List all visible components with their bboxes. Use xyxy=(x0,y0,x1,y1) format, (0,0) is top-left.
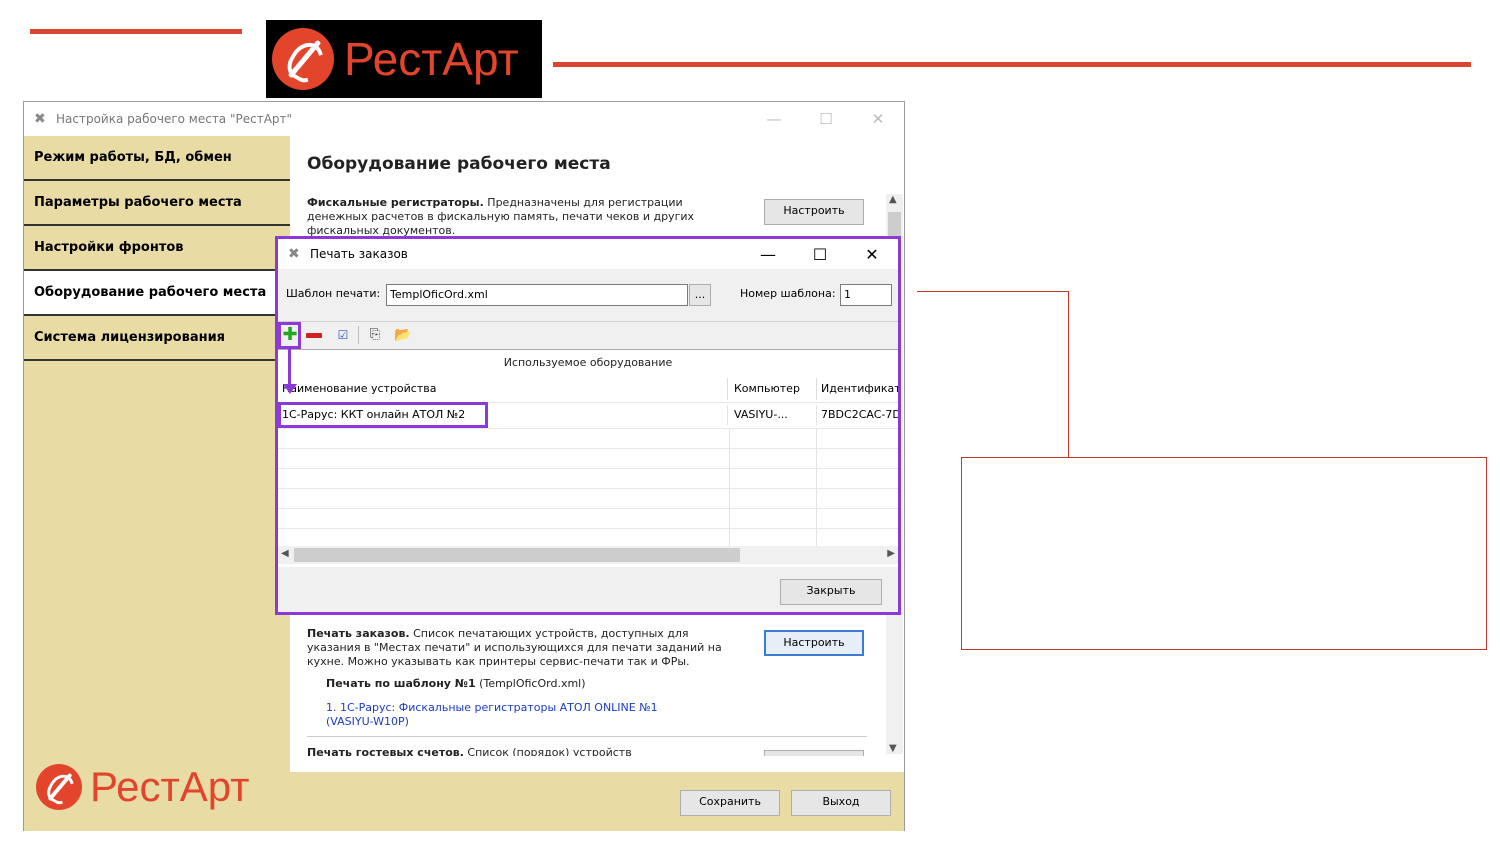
callout-line xyxy=(917,291,1069,292)
print-orders-dialog: ✖ Печать заказов — ☐ ✕ Шаблон печати: Te… xyxy=(275,236,901,615)
device-link[interactable]: 1. 1С-Рарус: Фискальные регистраторы АТО… xyxy=(326,701,686,729)
brand-logo-text: РестАрт xyxy=(344,33,519,85)
tools-icon: ✖ xyxy=(34,111,46,127)
sidebar-item-fronts[interactable]: Настройки фронтов xyxy=(24,226,290,271)
grid-title: Используемое оборудование xyxy=(503,356,673,369)
callout-line xyxy=(1068,291,1069,457)
dialog-close-action-button[interactable]: Закрыть xyxy=(780,579,882,605)
dialog-close-button[interactable]: ✕ xyxy=(846,245,898,264)
fiscal-configure-button[interactable]: Настроить xyxy=(764,199,864,225)
footer-bar: Сохранить Выход xyxy=(290,772,904,831)
template-label: Шаблон печати: xyxy=(286,287,381,300)
save-button[interactable]: Сохранить xyxy=(680,790,780,816)
browse-button[interactable]: ... xyxy=(689,284,711,306)
sidebar: Режим работы, БД, обмен Параметры рабоче… xyxy=(24,136,290,831)
window-controls: — ☐ ✕ xyxy=(748,110,904,128)
tools-icon: ✖ xyxy=(288,246,300,262)
print-orders-heading: Печать заказов. xyxy=(307,627,410,640)
grid-col-divider xyxy=(816,428,817,546)
remove-icon[interactable] xyxy=(306,333,322,338)
sidebar-logo-text: РестАрт xyxy=(90,763,250,810)
maximize-button[interactable]: ☐ xyxy=(800,110,852,128)
grid-row-line xyxy=(278,428,898,429)
print-orders-configure-button[interactable]: Настроить xyxy=(764,630,864,656)
exit-button[interactable]: Выход xyxy=(791,790,891,816)
column-identifier[interactable]: Идентификат xyxy=(817,378,898,400)
scroll-right-icon[interactable]: ▶ xyxy=(887,548,895,559)
template-number-label: Номер шаблона: xyxy=(740,287,836,300)
fiscal-description: Фискальные регистраторы. Предназначены д… xyxy=(307,196,727,238)
grid-row-line xyxy=(278,468,898,469)
dialog-minimize-button[interactable]: — xyxy=(742,245,794,264)
toolbar-separator xyxy=(358,326,359,344)
grid-row-line xyxy=(278,508,898,509)
brand-logo: РестАрт xyxy=(266,20,542,98)
close-button[interactable]: ✕ xyxy=(852,110,904,128)
callout-box xyxy=(961,457,1487,650)
row-computer-cell[interactable]: VASIYU-... xyxy=(730,405,817,425)
guest-bills-text: Список (порядок) устройств xyxy=(463,746,632,756)
window-title: Настройка рабочего места "РестАрт" xyxy=(56,112,293,126)
top-left-red-line xyxy=(30,29,242,34)
dialog-controls: — ☐ ✕ xyxy=(742,245,898,264)
grid-row-line xyxy=(278,528,898,529)
dialog-title: Печать заказов xyxy=(310,247,408,261)
template-file: (TemplOficOrd.xml) xyxy=(475,677,586,690)
edit-icon[interactable]: ☑ xyxy=(334,326,352,344)
column-computer[interactable]: Компьютер xyxy=(730,378,817,400)
fiscal-heading: Фискальные регистраторы. xyxy=(307,196,484,209)
scroll-down-icon[interactable]: ▼ xyxy=(889,743,897,754)
dialog-toolbar: ✚ ☑ ⎘ 📂 xyxy=(278,321,898,349)
sidebar-logo: РестАрт xyxy=(36,763,249,811)
row-id-cell[interactable]: 7BDC2CAC-7D xyxy=(817,405,898,425)
restart-logo-icon xyxy=(36,764,82,810)
restart-logo-icon xyxy=(272,28,334,90)
add-button-highlight xyxy=(278,322,301,349)
copy-icon[interactable]: ⎘ xyxy=(366,326,384,344)
template-number-input[interactable]: 1 xyxy=(840,284,892,306)
row-highlight xyxy=(278,402,488,428)
arrow-head-icon xyxy=(283,384,297,394)
sidebar-item-licensing[interactable]: Система лицензирования xyxy=(24,316,290,361)
hscroll-thumb[interactable] xyxy=(294,548,740,562)
equipment-grid: Используемое оборудование Наименование у… xyxy=(278,346,898,567)
scroll-up-icon[interactable]: ▲ xyxy=(889,194,897,205)
guest-bills-description: Печать гостевых счетов. Список (порядок)… xyxy=(307,746,727,756)
sidebar-item-mode[interactable]: Режим работы, БД, обмен xyxy=(24,136,290,181)
window-titlebar: ✖ Настройка рабочего места "РестАрт" — ☐… xyxy=(24,102,904,136)
sidebar-item-equipment[interactable]: Оборудование рабочего места xyxy=(24,271,290,316)
column-device-name[interactable]: Наименование устройства xyxy=(278,378,728,400)
scroll-left-icon[interactable]: ◀ xyxy=(281,548,289,559)
grid-horizontal-scrollbar[interactable]: ◀ ▶ xyxy=(278,546,898,564)
dialog-maximize-button[interactable]: ☐ xyxy=(794,245,846,264)
grid-col-divider xyxy=(729,428,730,546)
print-orders-description: Печать заказов. Список печатающих устрой… xyxy=(307,627,727,669)
template-heading: Печать по шаблону №1 xyxy=(326,677,476,690)
sidebar-item-workplace-params[interactable]: Параметры рабочего места xyxy=(24,181,290,226)
section-divider xyxy=(307,736,867,737)
top-right-red-line xyxy=(553,62,1471,67)
dialog-titlebar: ✖ Печать заказов — ☐ ✕ xyxy=(278,239,898,269)
minimize-button[interactable]: — xyxy=(748,110,800,128)
guest-bills-button-edge xyxy=(764,750,864,756)
template-input[interactable]: TemplOficOrd.xml xyxy=(386,284,688,306)
open-folder-icon[interactable]: 📂 xyxy=(394,326,412,344)
template-line: Печать по шаблону №1 (TemplOficOrd.xml) xyxy=(326,677,746,691)
grid-row-line xyxy=(278,488,898,489)
guest-bills-heading: Печать гостевых счетов. xyxy=(307,746,464,756)
page-title: Оборудование рабочего места xyxy=(307,154,611,174)
grid-row-line xyxy=(278,448,898,449)
